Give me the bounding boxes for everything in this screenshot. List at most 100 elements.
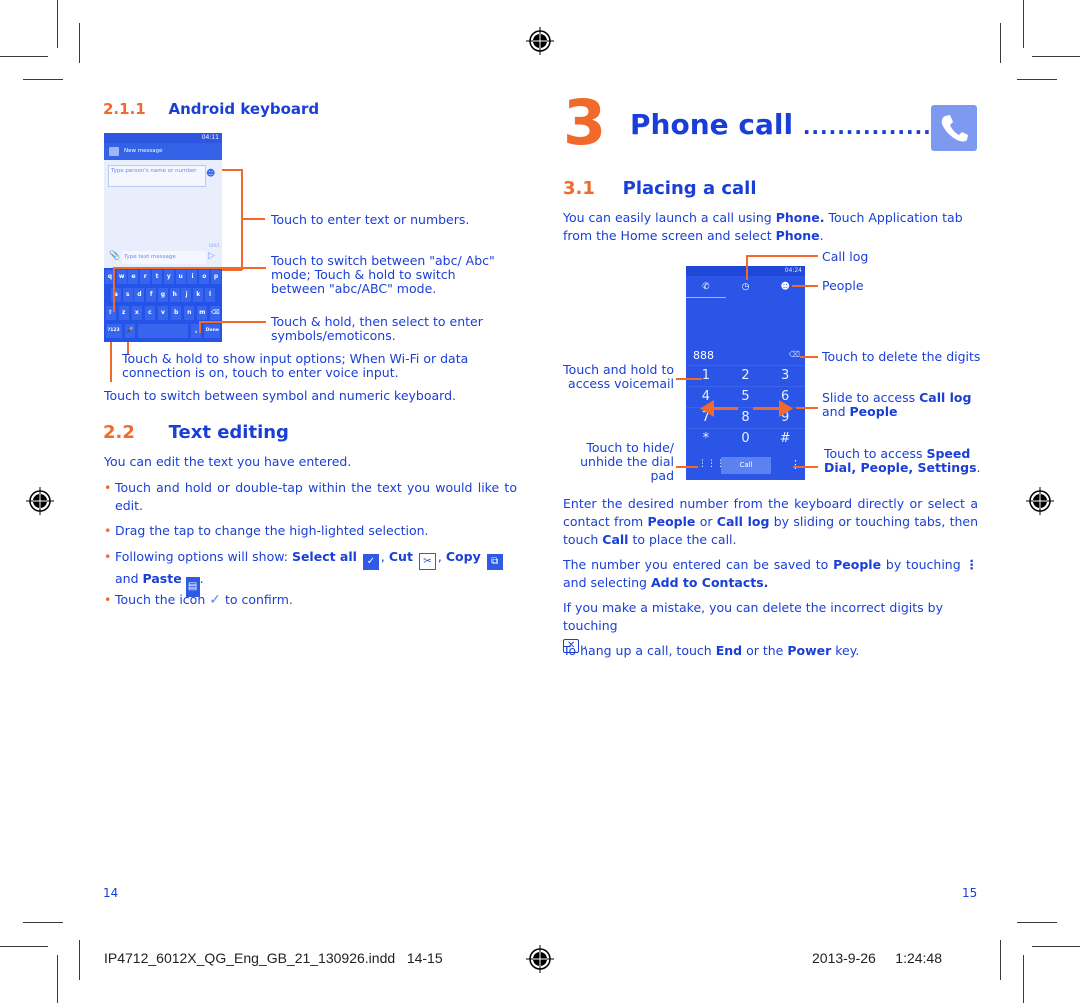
section-title: Text editing — [168, 422, 289, 443]
bold-run: Add to Contacts. — [650, 575, 769, 590]
overflow-menu-icon[interactable]: ⋮ — [790, 458, 801, 471]
key[interactable]: t — [152, 270, 163, 284]
send-icon[interactable]: ▷ — [208, 251, 215, 261]
section-number: 2.2 — [103, 422, 135, 443]
cut-icon: ✂ — [418, 553, 436, 570]
slug-pages: 14-15 — [406, 950, 443, 966]
key[interactable]: c — [144, 306, 155, 320]
dialer-bottom-bar: ⋮⋮⋮ Call ⋮ — [686, 452, 805, 480]
bold-run: People — [833, 557, 882, 572]
slug-filename: IP4712_6012X_QG_Eng_GB_21_130926.indd 14… — [104, 950, 443, 966]
key[interactable]: e — [128, 270, 139, 284]
chapter-number: 3 — [563, 86, 607, 159]
key[interactable]: o — [199, 270, 210, 284]
key[interactable]: l — [205, 288, 215, 302]
slide-arrow-left — [710, 407, 738, 410]
tab-dialer[interactable]: ✆ — [686, 276, 726, 298]
crop-mark — [1032, 56, 1080, 57]
key[interactable]: d — [134, 288, 145, 302]
key[interactable]: z — [118, 306, 129, 320]
leader-line — [222, 169, 242, 171]
text-run: and — [822, 404, 846, 419]
dial-key[interactable]: 8 — [725, 407, 766, 428]
section-number: 3.1 — [563, 178, 595, 199]
bullet-text: Touch the icon — [115, 592, 206, 607]
registration-mark-icon — [1026, 487, 1054, 515]
message-bar: 📎 Type text message ▷ — [104, 249, 222, 267]
select-all-label: Select all — [291, 549, 357, 564]
bullet-text: to confirm. — [224, 592, 293, 607]
dial-key[interactable]: 1 — [686, 365, 726, 386]
done-key[interactable]: Done — [204, 324, 221, 338]
text-run: Slide to access — [822, 390, 916, 405]
key[interactable]: g — [157, 288, 168, 302]
bullet-item: Following options will show: Select all … — [104, 548, 517, 597]
key[interactable]: h — [169, 288, 180, 302]
bullet-text: Following options will show: — [115, 549, 292, 564]
dial-key[interactable]: 5 — [725, 386, 766, 407]
attach-icon[interactable]: 📎 — [109, 251, 120, 261]
section-number: 2.1.1 — [103, 100, 146, 118]
symbol-key[interactable]: ?123 — [105, 324, 122, 338]
key[interactable]: u — [175, 270, 186, 284]
leader-line — [793, 466, 818, 468]
recipient-field[interactable]: Type person's name or number — [108, 165, 206, 187]
key[interactable]: n — [184, 306, 195, 320]
crop-mark — [1017, 79, 1057, 80]
paragraph-save-number: The number you entered can be saved to P… — [563, 556, 978, 592]
dial-key[interactable]: # — [765, 428, 805, 449]
key[interactable]: k — [193, 288, 204, 302]
call-button[interactable]: Call — [721, 457, 771, 474]
text-run: or the — [746, 643, 784, 658]
bullet-text: and — [115, 571, 139, 586]
message-field[interactable]: Type text message — [122, 251, 206, 264]
key[interactable]: x — [131, 306, 142, 320]
callout-numeric: Touch to switch between symbol and numer… — [104, 388, 457, 403]
key[interactable]: v — [157, 306, 168, 320]
crop-mark — [23, 79, 63, 80]
copy-label: Copy — [445, 549, 481, 564]
phone-app-icon — [931, 105, 977, 151]
key[interactable]: p — [211, 270, 222, 284]
callout-people: People — [822, 278, 864, 293]
key[interactable]: y — [163, 270, 174, 284]
dial-key[interactable]: * — [686, 428, 726, 449]
callout-slide: Slide to access Call log and People — [822, 391, 972, 419]
cut-label: Cut — [388, 549, 413, 564]
dial-key[interactable]: 2 — [725, 365, 766, 386]
callout-hide-pad: Touch to hide/ unhide the dial pad — [580, 440, 674, 483]
bullet-text: Drag the tap to change the high-lighted … — [115, 523, 429, 538]
mic-key[interactable]: 🎤 — [124, 324, 135, 338]
backspace-key[interactable]: ⌫ — [210, 306, 221, 320]
text-run: The number you entered can be saved to — [563, 557, 829, 572]
bold-run: Call log — [919, 390, 972, 405]
bullet-item: Touch and hold or double-tap within the … — [104, 479, 517, 515]
dial-row: 123 — [686, 365, 805, 386]
key[interactable]: j — [181, 288, 192, 302]
crop-mark — [23, 922, 63, 923]
chapter-leader: ............... — [802, 115, 932, 139]
status-bar: 04:11 — [104, 133, 222, 143]
add-person-icon[interactable]: ☻ — [206, 169, 215, 179]
key[interactable]: b — [171, 306, 182, 320]
text-run: key. — [835, 643, 860, 658]
keyboard-screenshot: 04:11 New message Type person's name or … — [104, 133, 222, 342]
key[interactable]: i — [187, 270, 198, 284]
leader-line — [199, 321, 266, 323]
key[interactable]: w — [116, 270, 127, 284]
keyboard-row: ⇧ z x c v b n m ⌫ — [104, 304, 222, 322]
bold-run: Power — [787, 643, 832, 658]
key[interactable]: s — [122, 288, 133, 302]
key[interactable]: m — [197, 306, 208, 320]
key[interactable]: r — [140, 270, 151, 284]
bullet-item: Drag the tap to change the high-lighted … — [104, 522, 517, 540]
bullet-item: Touch the icon ✓ to confirm. — [104, 591, 517, 609]
space-key[interactable] — [137, 324, 188, 338]
dial-key[interactable]: 3 — [765, 365, 805, 386]
callout-switch-case: Touch to switch between "abc/ Abc" mode;… — [271, 253, 495, 296]
tab-people[interactable]: ☻ — [765, 276, 805, 298]
dial-key[interactable]: 0 — [725, 428, 766, 449]
key[interactable]: f — [146, 288, 157, 302]
dialed-number: 888 — [693, 349, 714, 362]
backspace-icon[interactable]: ⌫ — [789, 350, 800, 359]
